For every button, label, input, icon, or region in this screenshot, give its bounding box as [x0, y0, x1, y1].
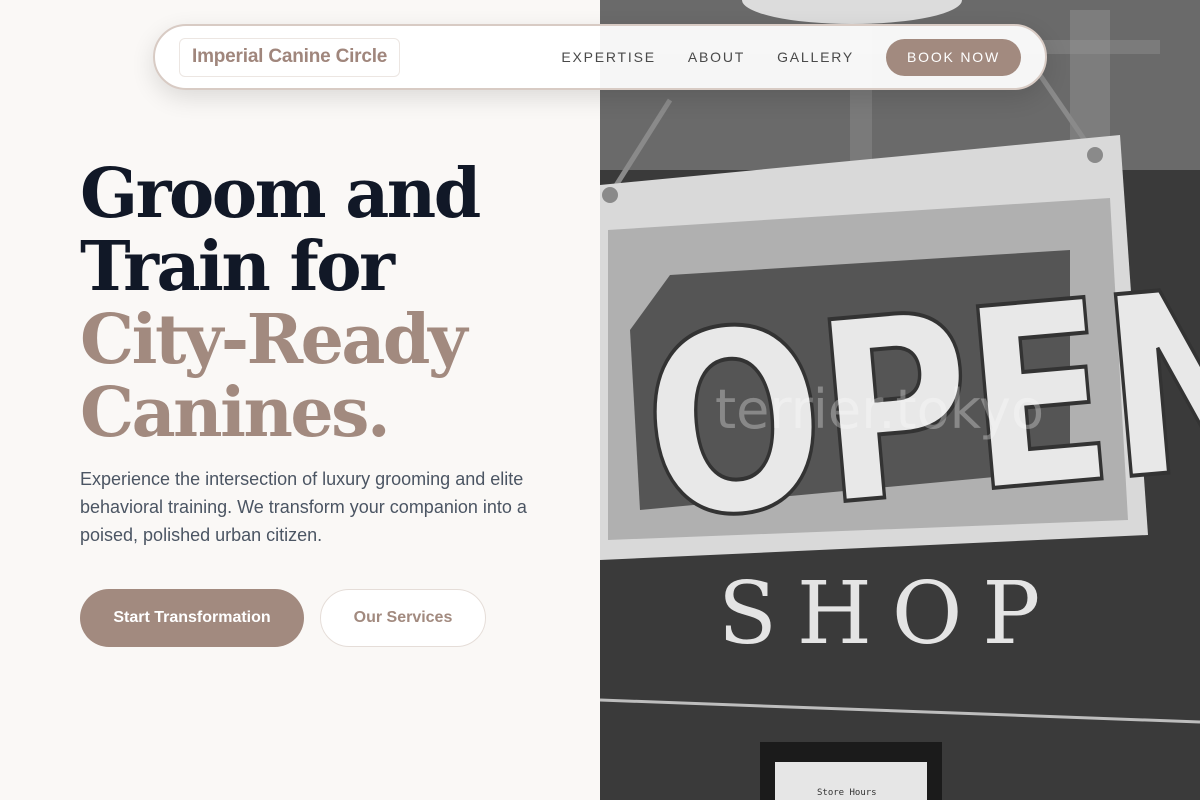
nav-links: EXPERTISE ABOUT GALLERY BOOK NOW	[561, 38, 1021, 76]
top-navbar: Imperial Canine Circle EXPERTISE ABOUT G…	[153, 24, 1047, 90]
start-transformation-button[interactable]: Start Transformation	[80, 589, 304, 647]
headline-line-1: Groom and	[80, 154, 481, 234]
headline-line-4: Canines.	[80, 373, 391, 453]
hero-headline: Groom and Train for City-Ready Canines.	[80, 158, 580, 450]
our-services-button[interactable]: Our Services	[320, 589, 486, 647]
headline-line-3: City-Ready	[80, 300, 468, 380]
nav-link-about[interactable]: ABOUT	[688, 49, 745, 65]
nav-link-expertise[interactable]: EXPERTISE	[561, 49, 656, 65]
headline-line-2: Train for	[80, 227, 395, 307]
hours-card-text: Store Hours	[817, 788, 877, 798]
open-sign-image: OPEN terrier.tokyo SHOP Store Hours	[600, 0, 1200, 800]
book-now-button[interactable]: BOOK NOW	[886, 38, 1021, 76]
shop-text: SHOP	[718, 564, 1060, 664]
hero-description: Experience the intersection of luxury gr…	[80, 469, 527, 545]
nav-link-gallery[interactable]: GALLERY	[777, 49, 854, 65]
watermark-text: terrier.tokyo	[715, 378, 1044, 441]
brand-logo[interactable]: Imperial Canine Circle	[179, 37, 401, 77]
hero-photo: OPEN terrier.tokyo SHOP Store Hours	[600, 0, 1200, 800]
